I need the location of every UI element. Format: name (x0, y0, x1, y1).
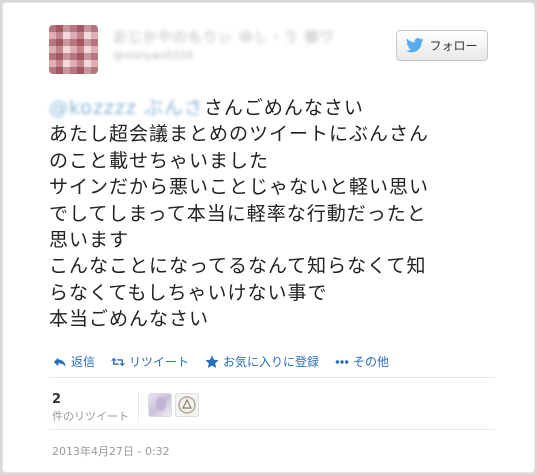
tweet-line: でしてしまって本当に軽率な行動だったと (49, 202, 427, 225)
tweet-text: @kozzzz ぶんささんごめんなさい あたし超会議まとめのツイートにぶんさん … (49, 95, 519, 333)
divider (49, 429, 495, 430)
tweet-line: あたし超会議まとめのツイートにぶんさん (49, 123, 430, 146)
retweeter-avatar[interactable] (148, 393, 172, 417)
user-avatar[interactable] (49, 25, 98, 74)
mention-link[interactable]: @kozzzz ぶんさ (49, 97, 204, 119)
tweet-actions: 返信 リツイート お気に入りに登録 その他 (53, 353, 389, 370)
tweet-line: のこと載せちゃいました (49, 149, 270, 172)
follow-button[interactable]: フォロー (396, 30, 488, 61)
favorite-button[interactable]: お気に入りに登録 (205, 353, 319, 370)
screen-name[interactable]: @miriyan0326 (113, 49, 335, 62)
reply-label: 返信 (71, 355, 96, 369)
tweet-line-1-text: さんごめんなさい (203, 97, 364, 119)
tweet-line: 本当ごめんなさい (49, 308, 210, 331)
tweet-line: サインだから悪いことじゃないと軽い思い (49, 176, 430, 199)
retweet-icon (111, 357, 126, 366)
reply-button[interactable]: 返信 (53, 353, 95, 370)
tweet-timestamp[interactable]: 2013年4月27日 - 0:32 (52, 443, 170, 459)
more-label: その他 (353, 355, 390, 369)
retweet-count[interactable]: 2 (52, 392, 61, 407)
retweet-label: リツイート (129, 355, 190, 369)
retweeter-avatar[interactable] (175, 393, 199, 417)
retweeter-emblem-icon (178, 396, 196, 414)
more-dots-icon (335, 359, 349, 364)
more-button[interactable]: その他 (335, 353, 389, 370)
star-icon (205, 354, 219, 368)
follow-label: フォロー (429, 39, 478, 53)
twitter-bird-icon (406, 38, 425, 53)
retweet-count-label[interactable]: 件のリツイート (52, 408, 129, 424)
user-name-block[interactable]: おじかやのもりぃ ゆし・う 郁ワ @miriyan0326 (113, 27, 335, 62)
tweet-line: 思います (49, 229, 130, 252)
divider (49, 377, 495, 378)
display-name[interactable]: おじかやのもりぃ ゆし・う 郁ワ (113, 27, 335, 47)
reply-icon (53, 357, 66, 367)
tweet-line: こんなことになってるなんて知らなくて知 (49, 255, 427, 278)
tweet-line-1: @kozzzz ぶんささんごめんなさい (49, 95, 519, 121)
stats-separator (138, 392, 139, 422)
tweet-line: らなくてもしちゃいけない事で (49, 281, 328, 304)
favorite-label: お気に入りに登録 (223, 355, 320, 369)
retweet-button[interactable]: リツイート (111, 353, 189, 370)
tweet-card: おじかやのもりぃ ゆし・う 郁ワ @miriyan0326 フォロー @kozz… (2, 2, 535, 473)
